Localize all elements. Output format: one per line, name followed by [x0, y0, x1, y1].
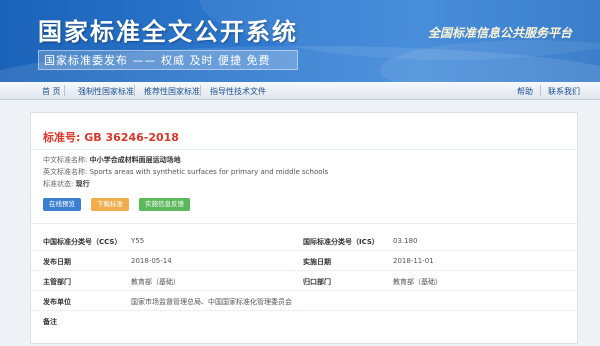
competent-dept-label: 主管部门 [43, 278, 71, 286]
standard-detail-card: 标准号: GB 36246-2018 中文标准名称: 中小学合成材料面层运动场地… [30, 112, 579, 344]
detail-row: 中国标准分类号（CCS） Y55 国际标准分类号（ICS） 03.180 [31, 231, 579, 251]
en-name-label: 英文标准名称: [43, 168, 88, 176]
platform-logo-text[interactable]: 全国标准信息公共服务平台 [428, 24, 572, 41]
detail-row: 主管部门 教育部（基础） 归口部门 教育部（基础） [31, 271, 579, 291]
site-slogan: 国家标准委发布 —— 权威 及时 便捷 免费 [44, 54, 271, 67]
status-label: 标准状态: [43, 180, 74, 188]
ccs-value: Y55 [131, 237, 145, 245]
detail-row: 发布单位 国家市场监督管理总局、中国国家标准化管理委员会 [31, 291, 579, 311]
detail-row: 备注 [31, 311, 579, 331]
nav-item-help[interactable]: 帮助 [517, 86, 533, 97]
site-title: 国家标准全文公开系统 [38, 18, 298, 46]
nav-separator [134, 85, 135, 96]
implement-date-label: 实施日期 [303, 258, 331, 266]
publish-date-label: 发布日期 [43, 258, 71, 266]
main-nav: 首 页 强制性国家标准 推荐性国家标准 指导性技术文件 帮助 联系我们 [0, 82, 600, 100]
centralized-dept-label: 归口部门 [303, 278, 331, 286]
standard-code-heading: 标准号: GB 36246-2018 [43, 129, 179, 145]
ics-value: 03.180 [393, 237, 418, 245]
ccs-label: 中国标准分类号（CCS） [43, 238, 122, 246]
cn-name-label: 中文标准名称: [43, 156, 88, 164]
centralized-dept-value: 教育部（基础） [393, 278, 442, 286]
status-row: 标准状态: 现行 [43, 179, 90, 189]
detail-row: 发布日期 2018-05-14 实施日期 2018-11-01 [31, 251, 579, 271]
nav-item-mandatory[interactable]: 强制性国家标准 [78, 86, 134, 97]
cn-name-value: 中小学合成材料面层运动场地 [89, 156, 181, 164]
status-value: 现行 [75, 180, 90, 188]
en-name-value: Sports areas with synthetic surfaces for… [89, 168, 329, 176]
divider [31, 149, 579, 150]
feedback-button[interactable]: 实施信息反馈 [139, 198, 190, 211]
nav-item-recommended[interactable]: 推荐性国家标准 [144, 86, 200, 97]
remarks-label: 备注 [43, 318, 57, 326]
preview-button[interactable]: 在线预览 [43, 198, 81, 211]
issuing-unit-label: 发布单位 [43, 298, 71, 306]
nav-item-home[interactable]: 首 页 [42, 86, 61, 97]
implement-date-value: 2018-11-01 [393, 257, 434, 265]
standard-code: GB 36246-2018 [84, 131, 179, 144]
download-button[interactable]: 下载标准 [91, 198, 129, 211]
nav-separator [64, 85, 65, 96]
publish-date-value: 2018-05-14 [131, 257, 172, 265]
ics-label: 国际标准分类号（ICS） [303, 238, 379, 246]
cn-name-row: 中文标准名称: 中小学合成材料面层运动场地 [43, 155, 181, 165]
nav-item-contact[interactable]: 联系我们 [548, 86, 580, 97]
en-name-row: 英文标准名称: Sports areas with synthetic surf… [43, 167, 328, 177]
nav-item-guidance[interactable]: 指导性技术文件 [210, 86, 266, 97]
standard-code-label: 标准号: [43, 131, 81, 144]
issuing-unit-value: 国家市场监督管理总局、中国国家标准化管理委员会 [131, 298, 292, 306]
competent-dept-value: 教育部（基础） [131, 278, 180, 286]
divider [31, 223, 579, 224]
site-banner: 国家标准全文公开系统 国家标准委发布 —— 权威 及时 便捷 免费 全国标准信息… [0, 0, 600, 82]
nav-separator [200, 85, 201, 96]
nav-separator [540, 85, 541, 96]
